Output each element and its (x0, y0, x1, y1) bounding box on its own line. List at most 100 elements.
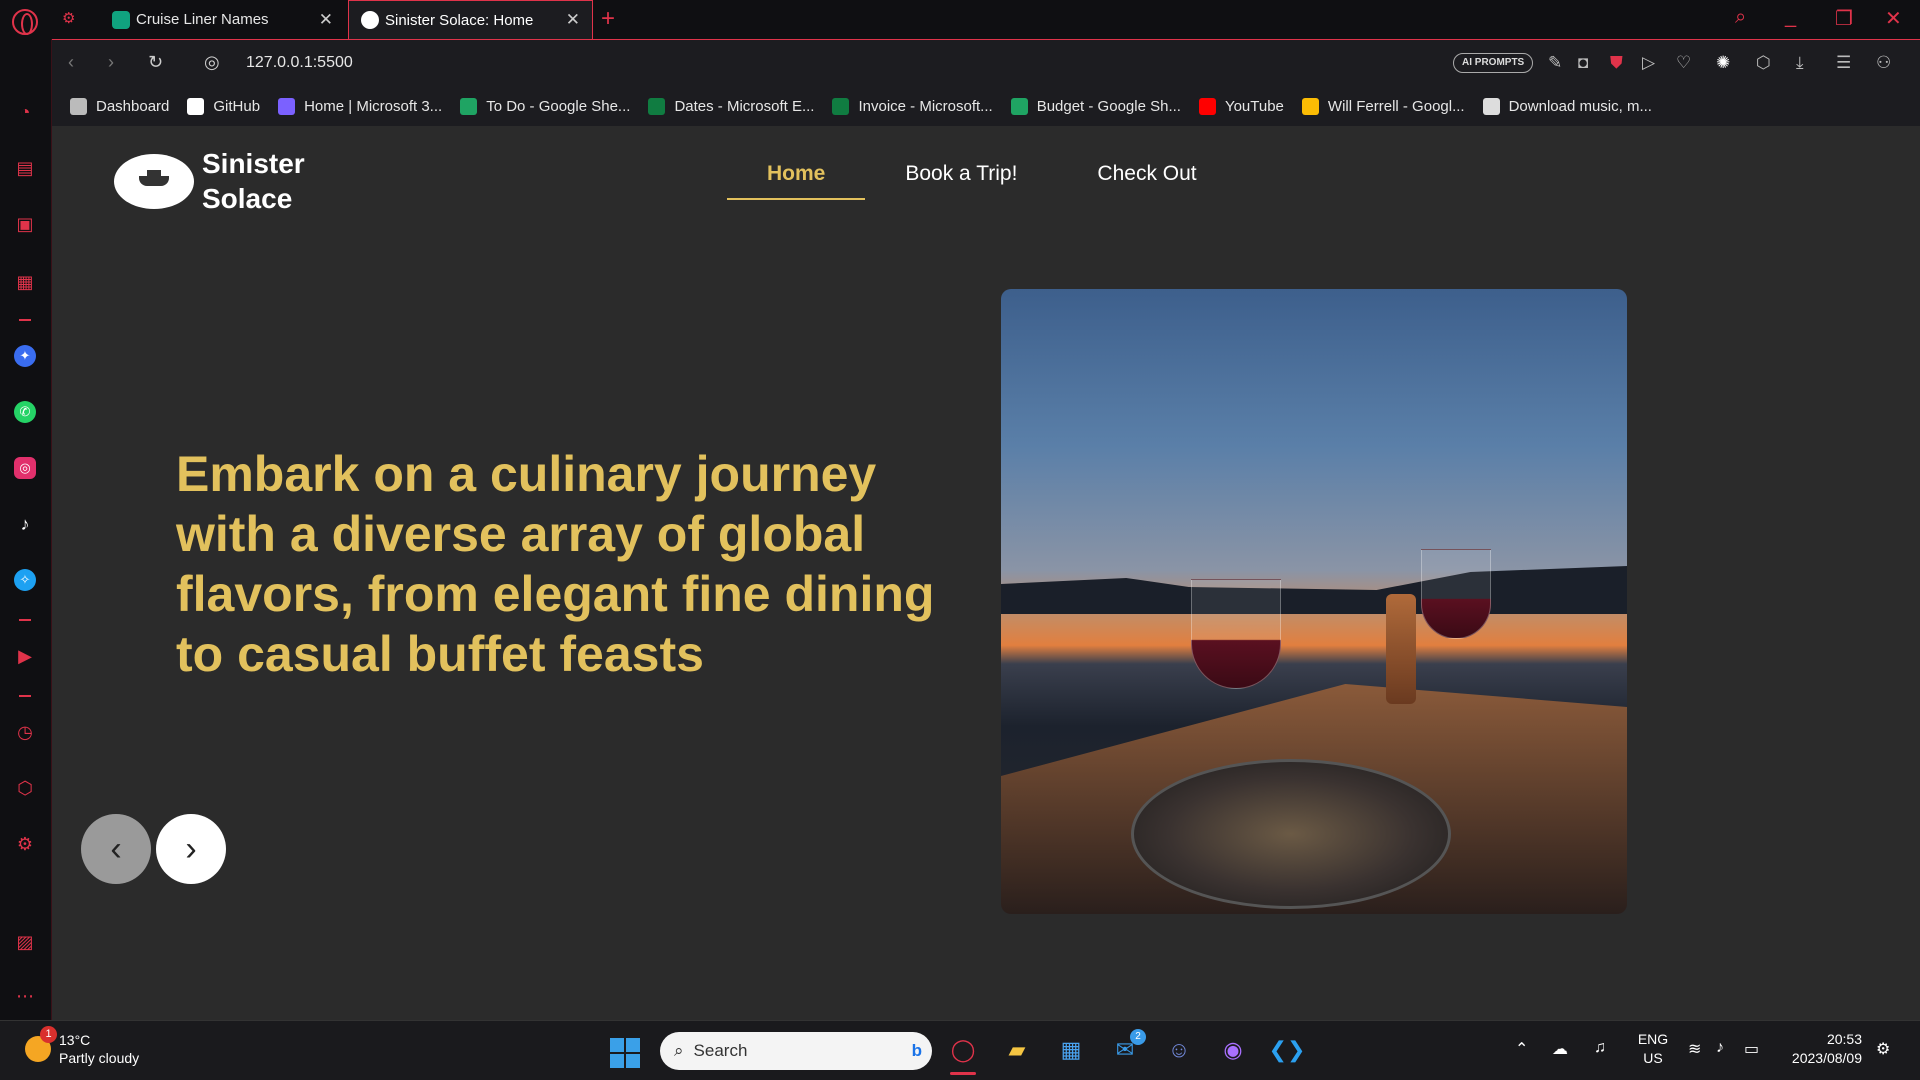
nav-book-a-trip[interactable]: Book a Trip! (865, 154, 1057, 200)
whatsapp-icon[interactable]: ✆ (14, 401, 36, 423)
settings-sliders-icon[interactable]: ☰ (1836, 53, 1851, 73)
language-top: ENG (1637, 1031, 1669, 1047)
chevron-right-icon: › (185, 829, 197, 868)
more-icon[interactable]: ⋯ (14, 985, 36, 1007)
google-sheets-icon (1010, 97, 1028, 115)
instagram-icon[interactable]: ◎ (14, 457, 36, 479)
volume-icon[interactable]: ♪ (1716, 1039, 1724, 1057)
microphone-icon[interactable]: ♫ (1594, 1039, 1606, 1057)
excel-icon (648, 97, 666, 115)
ai-prompts-button[interactable]: AI PROMPTS (1453, 53, 1534, 73)
gx-control-icon[interactable]: ⚙ (62, 9, 75, 27)
file-explorer-icon[interactable]: ▰ (1000, 1033, 1034, 1067)
gallery-icon[interactable]: ▨ (14, 931, 36, 953)
chevron-left-icon: ‹ (110, 829, 122, 868)
close-tab-icon[interactable]: ✕ (566, 10, 580, 30)
close-tab-icon[interactable]: ✕ (319, 10, 333, 30)
bookmark-item[interactable]: YouTube (1198, 97, 1284, 115)
twitch-icon[interactable]: ▣ (14, 213, 36, 235)
opera-gx-taskbar-icon[interactable]: ◯ (946, 1033, 980, 1075)
windows-taskbar: 13°C Partly cloudy 1 ⌕ Search b ◯ ▰ ▦ ✉ … (0, 1020, 1920, 1080)
gx-corner-icon[interactable]: ▤ (14, 157, 36, 179)
profile-icon[interactable]: ⚇ (1876, 53, 1891, 73)
back-icon[interactable]: ‹ (68, 52, 74, 73)
ship-logo-icon (114, 153, 194, 209)
cube-icon[interactable]: ⬡ (14, 777, 36, 799)
page-content: Sinister Solace Home Book a Trip! Check … (52, 126, 1920, 1020)
bookmark-item[interactable]: To Do - Google She... (460, 97, 630, 115)
bookmark-item[interactable]: Budget - Google Sh... (1010, 97, 1181, 115)
bookmark-item[interactable]: Will Ferrell - Googl... (1301, 97, 1465, 115)
language-bottom: US (1643, 1050, 1663, 1066)
system-clock[interactable]: 20:53 2023/08/09 (1782, 1030, 1862, 1068)
github-desktop-icon[interactable]: ◉ (1216, 1033, 1250, 1067)
show-hidden-icons-icon[interactable]: ⌃ (1515, 1039, 1528, 1059)
restore-button[interactable]: ❐ (1835, 6, 1853, 31)
search-tabs-icon[interactable]: ⌕ (1735, 6, 1746, 29)
bookmark-item[interactable]: Home | Microsoft 3... (278, 97, 442, 115)
carousel-prev-button[interactable]: ‹ (81, 814, 151, 884)
discord-icon[interactable]: ☺ (1162, 1033, 1196, 1067)
bookmark-label: GitHub (213, 97, 261, 115)
share-icon[interactable]: ✎ (1548, 53, 1562, 73)
brand[interactable]: Sinister Solace (114, 146, 322, 216)
microsoft-store-icon[interactable]: ▦ (1054, 1033, 1088, 1067)
music-download-icon (1482, 97, 1500, 115)
close-window-button[interactable]: ✕ (1885, 6, 1902, 31)
settings-icon[interactable]: ⚙ (14, 833, 36, 855)
nav-home[interactable]: Home (727, 154, 866, 200)
brand-name: Sinister Solace (202, 148, 305, 214)
forward-icon[interactable]: › (108, 52, 114, 73)
carousel-next-button[interactable]: › (156, 814, 226, 884)
onedrive-icon[interactable]: ☁ (1552, 1039, 1568, 1059)
wifi-icon[interactable]: ≋ (1688, 1039, 1701, 1059)
extension-icon[interactable]: ✺ (1716, 53, 1730, 73)
address-bar: ‹ › ↻ ◎ 127.0.0.1:5500 AI PROMPTS ✎ ◘ ⛊ … (52, 39, 1920, 86)
nav-check-out[interactable]: Check Out (1057, 154, 1236, 200)
bookmark-label: Budget - Google Sh... (1036, 97, 1181, 115)
player-icon[interactable]: ▶ (14, 645, 36, 667)
tab-sinister-solace-home[interactable]: Sinister Solace: Home ✕ (348, 0, 593, 39)
opera-menu-icon[interactable] (12, 9, 38, 35)
bookmark-label: Will Ferrell - Googl... (1327, 97, 1465, 115)
battery-icon[interactable]: ▭ (1744, 1039, 1759, 1059)
bookmark-item[interactable]: GitHub (187, 97, 261, 115)
speed-dial-icon[interactable]: ◔ (14, 101, 36, 123)
weather-notification-badge: 1 (40, 1026, 57, 1043)
minimize-button[interactable]: _ (1785, 6, 1796, 29)
bookmark-item[interactable]: Invoice - Microsoft... (832, 97, 993, 115)
search-placeholder: Search (693, 1041, 748, 1060)
bookmark-label: Invoice - Microsoft... (858, 97, 993, 115)
site-info-icon[interactable]: ◎ (204, 52, 220, 73)
reload-icon[interactable]: ↻ (148, 52, 163, 73)
language-indicator[interactable]: ENG US (1633, 1030, 1673, 1068)
shield-icon[interactable]: ⛊ (1610, 53, 1623, 73)
messenger-icon[interactable]: ✦ (14, 345, 36, 367)
send-icon[interactable]: ▷ (1642, 53, 1655, 73)
notifications-icon[interactable]: ⚙ (1876, 1039, 1890, 1059)
bookmark-item[interactable]: Download music, m... (1482, 97, 1652, 115)
taskbar-search[interactable]: ⌕ Search b (660, 1032, 932, 1070)
tab-bar: ⚙ Cruise Liner Names ✕ Sinister Solace: … (0, 0, 1920, 39)
mail-badge: 2 (1130, 1029, 1146, 1045)
bookmark-item[interactable]: Dates - Microsoft E... (648, 97, 815, 115)
tab-cruise-liner-names[interactable]: Cruise Liner Names ✕ (100, 0, 345, 39)
github-icon (187, 97, 205, 115)
excel-icon (832, 97, 850, 115)
hardware-limiter-icon[interactable]: ▦ (14, 271, 36, 293)
history-icon[interactable]: ◷ (14, 721, 36, 743)
vscode-icon[interactable]: ❮❯ (1269, 1033, 1306, 1067)
bookmark-item[interactable]: Dashboard (70, 97, 169, 115)
chatgpt-icon (112, 10, 130, 29)
download-icon[interactable]: ⤓ (1796, 53, 1804, 73)
sidebar: ◔ ▤ ▣ ▦ ✦ ✆ ◎ ♪ ✧ ▶ ◷ ⬡ ⚙ ▨ ⋯ (0, 39, 52, 1020)
heart-icon[interactable]: ♡ (1676, 53, 1691, 73)
start-button[interactable] (610, 1038, 640, 1068)
twitter-icon[interactable]: ✧ (14, 569, 36, 591)
bookmark-label: Dates - Microsoft E... (674, 97, 815, 115)
new-tab-button[interactable]: + (601, 5, 615, 33)
camera-icon[interactable]: ◘ (1578, 53, 1588, 73)
tiktok-icon[interactable]: ♪ (14, 513, 36, 535)
url-field[interactable]: 127.0.0.1:5500 (246, 54, 353, 72)
cube-icon[interactable]: ⬡ (1756, 53, 1771, 73)
